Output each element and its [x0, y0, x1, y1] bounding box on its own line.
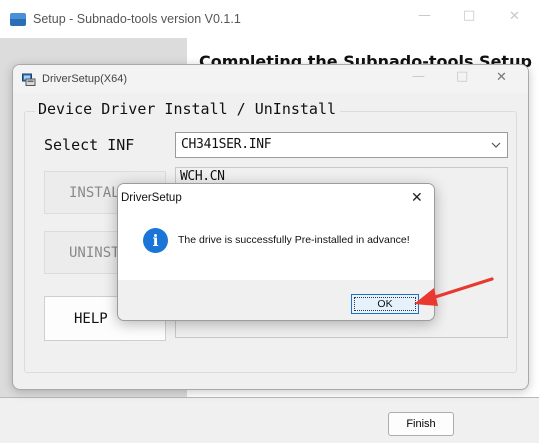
driver-minimize-button[interactable]: —	[412, 69, 425, 84]
setup-window-title: Setup - Subnado-tools version V0.1.1	[33, 12, 241, 26]
info-icon: i	[143, 228, 168, 253]
inf-dropdown[interactable]: CH341SER.INF	[175, 132, 508, 158]
driver-maximize-button[interactable]: □	[456, 69, 468, 84]
dialog-message: The drive is successfully Pre-installed …	[178, 234, 410, 246]
maximize-button[interactable]: □	[463, 8, 475, 23]
driver-info-text: WCH.CN	[180, 169, 225, 184]
finish-button[interactable]: Finish	[388, 412, 454, 436]
annotation-arrow	[414, 277, 494, 306]
dialog-title: DriverSetup	[121, 192, 182, 204]
group-title: Device Driver Install / UnInstall	[35, 100, 341, 118]
ok-button[interactable]: OK	[351, 294, 419, 314]
ok-button-label: OK	[354, 297, 416, 311]
select-inf-label: Select INF	[44, 136, 135, 154]
close-button[interactable]: ✕	[509, 9, 520, 24]
chevron-down-icon	[491, 142, 501, 148]
driver-setup-title: DriverSetup(X64)	[42, 73, 127, 85]
dialog-close-button[interactable]: ✕	[411, 190, 423, 206]
dialog-body: i The drive is successfully Pre-installe…	[118, 214, 434, 280]
installer-icon	[10, 13, 26, 26]
driver-setup-icon	[22, 73, 36, 86]
driver-close-button[interactable]: ✕	[496, 70, 507, 85]
message-dialog: DriverSetup ✕ i The drive is successfull…	[117, 183, 435, 321]
inf-selected-value: CH341SER.INF	[181, 137, 272, 152]
setup-footer	[0, 398, 539, 443]
minimize-button[interactable]: —	[418, 8, 431, 23]
